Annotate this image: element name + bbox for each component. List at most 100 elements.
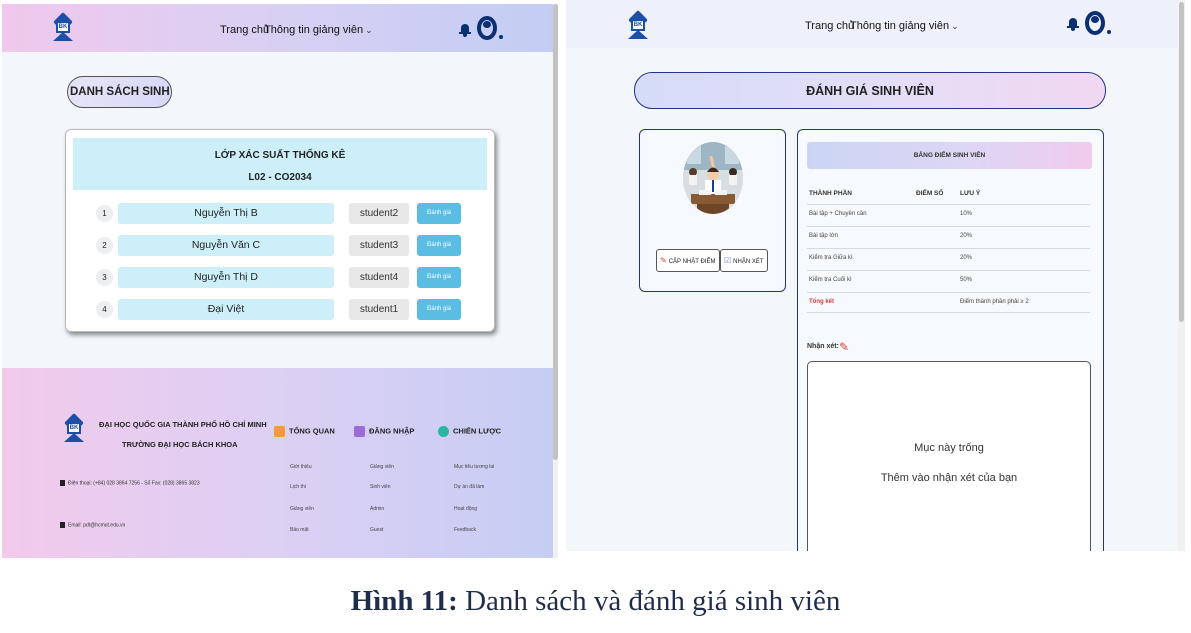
bell-icon[interactable] xyxy=(459,23,471,37)
phone-icon xyxy=(60,480,65,486)
edit-comment-icon[interactable]: ✎ xyxy=(839,340,849,354)
grade-note: 50% xyxy=(960,277,973,283)
student-list-screen: BK Trang chủ Thông tin giảng viên ⌄ DANH … xyxy=(2,4,558,558)
nav-lecturer-info-link[interactable]: Thông tin giảng viên ⌄ xyxy=(264,24,373,36)
grade-note: 10% xyxy=(960,211,973,217)
edit-icon: ✎ xyxy=(660,256,667,265)
student-account: student3 xyxy=(349,235,409,256)
footer-link[interactable]: Giảng viên xyxy=(290,506,314,512)
bk-logo[interactable]: BK xyxy=(628,10,648,39)
class-header: LỚP XÁC SUẤT THỐNG KÊ L02 - CO2034 xyxy=(73,138,487,190)
nav-home-link[interactable]: Trang chủ xyxy=(220,24,269,36)
top-nav-bar: BK Trang chủ Thông tin giảng viên ⌄ xyxy=(566,0,1178,48)
check-square-icon: ☑ xyxy=(724,256,732,265)
student-evaluation-screen: BK Trang chủ Thông tin giảng viên ⌄ ĐÁNH … xyxy=(566,0,1185,551)
users-icon xyxy=(354,426,365,437)
class-card: LỚP XÁC SUẤT THỐNG KÊ L02 - CO2034 1 Ngu… xyxy=(65,129,495,332)
footer-bk-logo: BK xyxy=(64,413,84,442)
scrollbar-thumb[interactable] xyxy=(1179,2,1184,322)
chevron-down-icon: ⌄ xyxy=(365,25,373,35)
student-index: 1 xyxy=(96,205,113,222)
student-row: 4 Đại Việt student1 Đánh giá xyxy=(73,299,487,321)
footer-link[interactable]: Mục tiêu tương lai xyxy=(454,464,494,470)
class-name: LỚP XÁC SUẤT THỐNG KÊ xyxy=(214,150,346,161)
grade-component: Bài tập + Chuyên cần xyxy=(809,211,867,217)
student-account: student2 xyxy=(349,203,409,224)
student-name: Nguyễn Thị D xyxy=(118,267,334,288)
col-header-component: THÀNH PHẦN xyxy=(809,190,852,197)
footer-link[interactable]: Feedback xyxy=(454,527,476,533)
contact-phone: Điện thoại: (+84) 028 3864 7256 - Số Fax… xyxy=(60,480,200,486)
site-footer: BK ĐẠI HỌC QUỐC GIA THÀNH PHỐ HỒ CHÍ MIN… xyxy=(2,368,553,558)
student-row: 1 Nguyễn Thị B student2 Đánh giá xyxy=(73,203,487,225)
figure-text: Danh sách và đánh giá sinh viên xyxy=(457,585,841,617)
contact-email[interactable]: Email: pdt@hcmut.edu.vn xyxy=(60,522,125,528)
student-index: 4 xyxy=(96,301,113,318)
footer-link[interactable]: Giới thiệu xyxy=(290,464,312,470)
student-name: Đại Việt xyxy=(118,299,334,320)
chevron-down-icon: ⌄ xyxy=(951,21,959,31)
university-name: ĐẠI HỌC QUỐC GIA THÀNH PHỐ HỒ CHÍ MINH xyxy=(99,420,267,429)
student-index: 3 xyxy=(96,269,113,286)
footer-col-overview: TỔNG QUAN xyxy=(274,426,335,437)
comment-empty-text: Mục này trống xyxy=(914,442,984,454)
scrollbar-thumb[interactable] xyxy=(553,4,558,460)
grade-row: Bài tập + Chuyên cần 10% xyxy=(807,204,1090,225)
student-avatar-image xyxy=(683,142,743,214)
bell-icon[interactable] xyxy=(1067,17,1079,31)
comment-hint-text: Thêm vào nhận xét của bạn xyxy=(880,472,1018,484)
grade-row: Kiểm tra Giữa kì 20% xyxy=(807,248,1090,269)
footer-link[interactable]: Dự án đã làm xyxy=(454,484,484,490)
student-name: Nguyễn Văn C xyxy=(118,235,334,256)
grade-card: BẢNG ĐIỂM SINH VIÊN THÀNH PHẦN ĐIỂM SỐ L… xyxy=(797,129,1104,551)
grade-total-row: Tổng kết Điểm thành phần phải ≥ 2 xyxy=(807,292,1090,313)
grade-component: Kiểm tra Giữa kì xyxy=(809,255,853,261)
nav-lecturer-info-link[interactable]: Thông tin giảng viên ⌄ xyxy=(850,20,959,32)
page-title: ĐÁNH GIÁ SINH VIÊN xyxy=(634,72,1106,109)
grade-component: Kiểm tra Cuối kì xyxy=(809,277,852,283)
footer-link[interactable]: Guest xyxy=(370,527,383,533)
grade-note: 20% xyxy=(960,255,973,261)
col-header-score: ĐIỂM SỐ xyxy=(916,190,944,197)
student-index: 2 xyxy=(96,237,113,254)
comment-box[interactable]: Mục này trống Thêm vào nhận xét của bạn xyxy=(807,361,1091,551)
user-avatar-icon[interactable] xyxy=(1085,11,1111,35)
school-name: TRƯỜNG ĐẠI HỌC BÁCH KHOA xyxy=(122,440,238,449)
student-account: student1 xyxy=(349,299,409,320)
footer-col-login: ĐĂNG NHẬP xyxy=(354,426,414,437)
student-profile-card: ✎ CẬP NHẬT ĐIỂM ☑ NHẬN XÉT xyxy=(639,129,786,292)
grade-row: Kiểm tra Cuối kì 50% xyxy=(807,270,1090,291)
footer-link[interactable]: Admin xyxy=(370,506,384,512)
user-avatar-icon[interactable] xyxy=(477,16,503,40)
nav-home-link[interactable]: Trang chủ xyxy=(805,20,854,32)
update-score-button[interactable]: ✎ CẬP NHẬT ĐIỂM xyxy=(656,249,720,272)
footer-link[interactable]: Hoạt động xyxy=(454,506,477,512)
grade-total-label: Tổng kết xyxy=(809,299,834,305)
comment-button[interactable]: ☑ NHẬN XÉT xyxy=(720,249,768,272)
grade-note: 20% xyxy=(960,233,973,239)
student-row: 2 Nguyễn Văn C student3 Đánh giá xyxy=(73,235,487,257)
target-icon xyxy=(438,426,449,437)
figure-caption: Hình 11: Danh sách và đánh giá sinh viên xyxy=(0,585,1191,618)
evaluate-button[interactable]: Đánh giá xyxy=(417,267,461,288)
footer-col-strategy: CHIẾN LƯỢC xyxy=(438,426,501,437)
page-title: DANH SÁCH SINH VIÊN xyxy=(67,76,172,108)
evaluate-button[interactable]: Đánh giá xyxy=(417,203,461,224)
footer-link[interactable]: Lịch thi xyxy=(290,484,306,490)
student-row: 3 Nguyễn Thị D student4 Đánh giá xyxy=(73,267,487,289)
mail-icon xyxy=(60,522,65,528)
grade-total-note: Điểm thành phần phải ≥ 2 xyxy=(960,299,1029,305)
bk-logo[interactable]: BK xyxy=(53,12,73,41)
figure-label: Hình 11: xyxy=(350,585,458,617)
student-name: Nguyễn Thị B xyxy=(118,203,334,224)
top-nav-bar: BK Trang chủ Thông tin giảng viên ⌄ xyxy=(2,4,553,52)
comment-label: Nhận xét: xyxy=(807,343,839,350)
grade-component: Bài tập lớn xyxy=(809,233,838,239)
footer-link[interactable]: Bảo mật xyxy=(290,527,309,533)
home-icon xyxy=(274,426,285,437)
footer-link[interactable]: Giảng viên xyxy=(370,464,394,470)
evaluate-button[interactable]: Đánh giá xyxy=(417,299,461,320)
evaluate-button[interactable]: Đánh giá xyxy=(417,235,461,256)
student-account: student4 xyxy=(349,267,409,288)
footer-link[interactable]: Sinh viên xyxy=(370,484,391,490)
